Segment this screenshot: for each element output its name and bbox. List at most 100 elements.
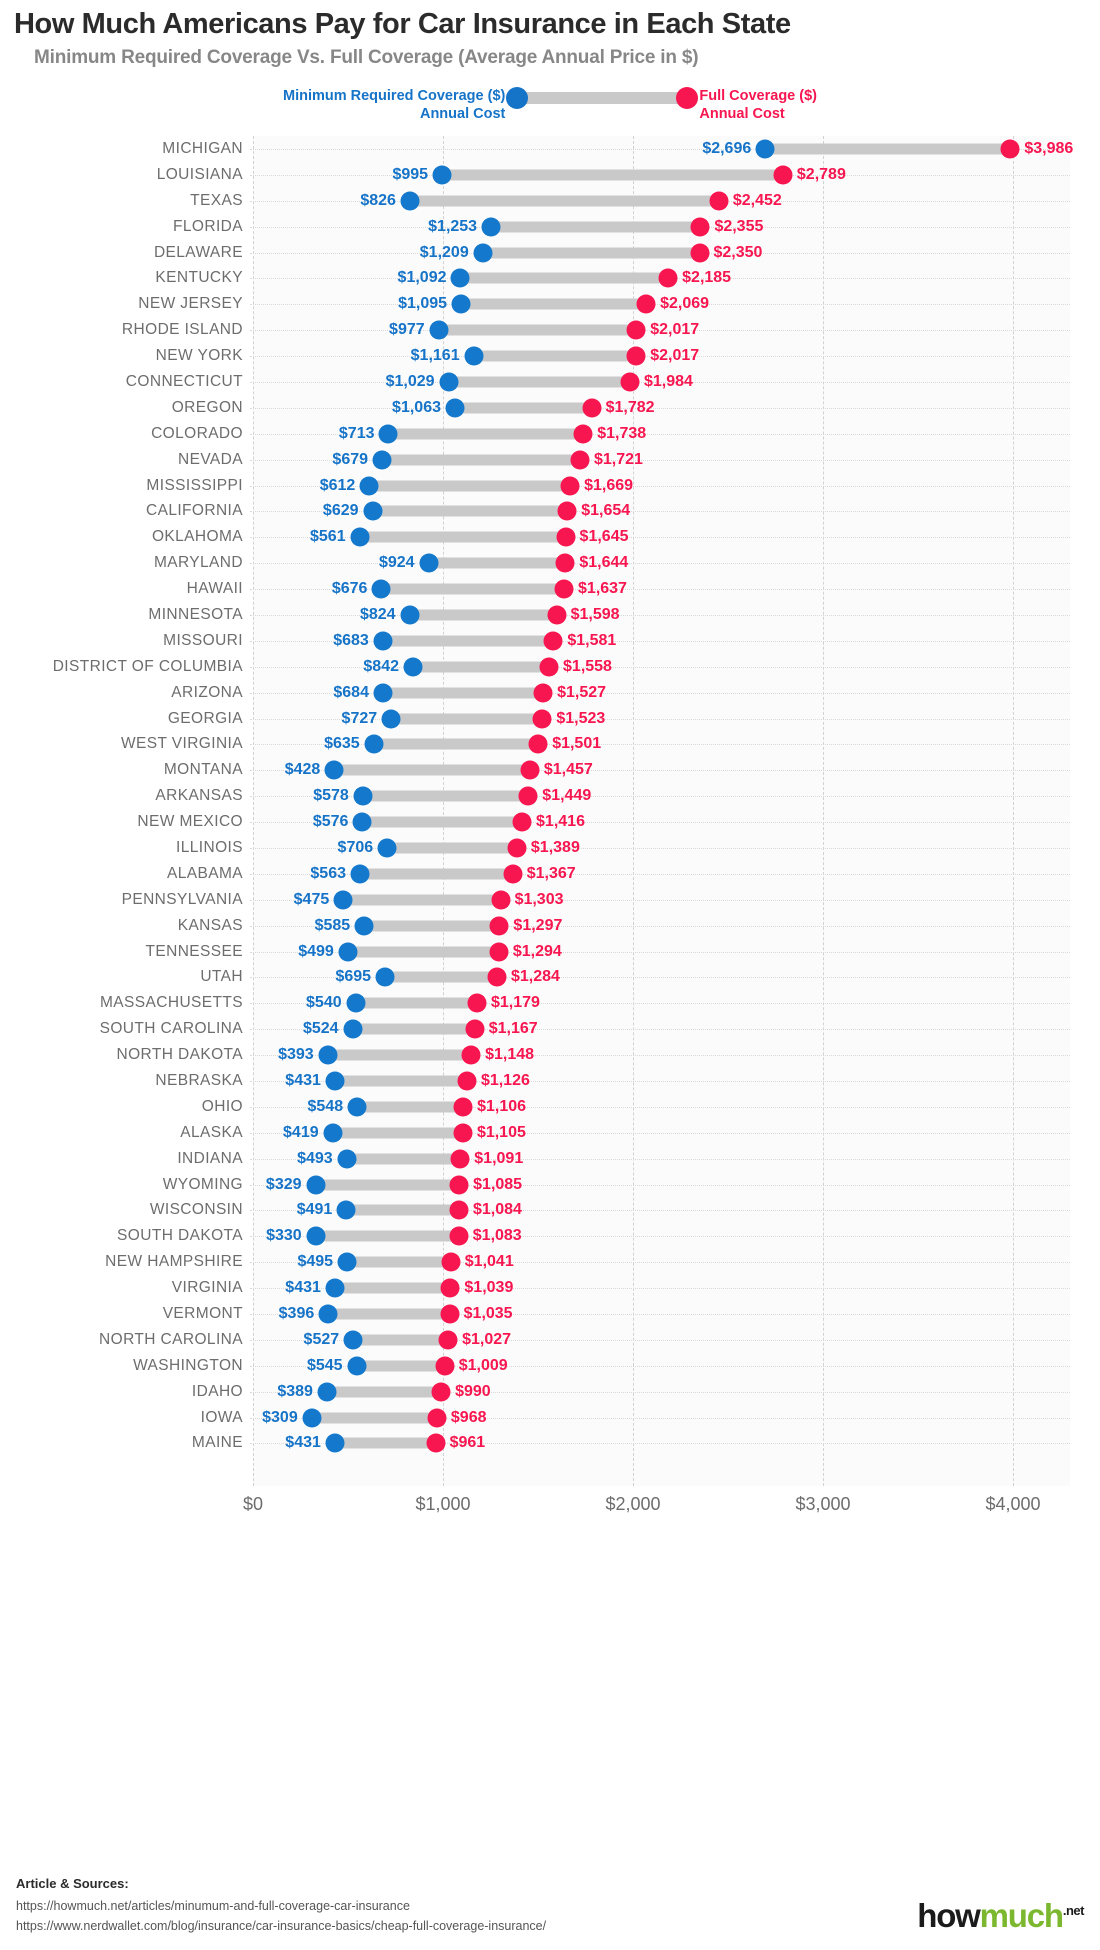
min-coverage-dot-icon[interactable] bbox=[432, 165, 452, 185]
full-coverage-dot-icon[interactable] bbox=[438, 1330, 458, 1350]
full-coverage-dot-icon[interactable] bbox=[620, 372, 640, 392]
min-coverage-dot-icon[interactable] bbox=[363, 501, 382, 521]
min-coverage-dot-icon[interactable] bbox=[373, 683, 393, 703]
min-coverage-dot-icon[interactable] bbox=[343, 1019, 363, 1039]
full-coverage-dot-icon[interactable] bbox=[582, 398, 602, 418]
min-coverage-dot-icon[interactable] bbox=[336, 1200, 356, 1220]
full-coverage-dot-icon[interactable] bbox=[426, 1433, 446, 1453]
min-coverage-dot-icon[interactable] bbox=[347, 1356, 367, 1376]
full-coverage-dot-icon[interactable] bbox=[520, 760, 540, 780]
min-coverage-dot-icon[interactable] bbox=[481, 217, 501, 237]
min-coverage-dot-icon[interactable] bbox=[371, 579, 391, 599]
min-coverage-dot-icon[interactable] bbox=[450, 268, 470, 288]
full-coverage-dot-icon[interactable] bbox=[507, 838, 527, 858]
full-coverage-dot-icon[interactable] bbox=[626, 320, 646, 340]
full-coverage-dot-icon[interactable] bbox=[453, 1123, 473, 1143]
full-coverage-dot-icon[interactable] bbox=[427, 1408, 447, 1428]
min-coverage-dot-icon[interactable] bbox=[333, 890, 353, 910]
min-coverage-dot-icon[interactable] bbox=[302, 1408, 322, 1428]
full-coverage-dot-icon[interactable] bbox=[461, 1045, 481, 1065]
min-coverage-dot-icon[interactable] bbox=[364, 734, 384, 754]
min-coverage-dot-icon[interactable] bbox=[306, 1226, 326, 1246]
full-coverage-dot-icon[interactable] bbox=[431, 1382, 451, 1402]
min-coverage-dot-icon[interactable] bbox=[337, 1149, 357, 1169]
min-coverage-dot-icon[interactable] bbox=[439, 372, 458, 392]
full-coverage-dot-icon[interactable] bbox=[487, 967, 507, 987]
full-coverage-dot-icon[interactable] bbox=[570, 450, 590, 470]
full-coverage-dot-icon[interactable] bbox=[658, 268, 678, 288]
full-coverage-dot-icon[interactable] bbox=[528, 734, 548, 754]
min-coverage-dot-icon[interactable] bbox=[347, 1097, 367, 1117]
min-coverage-dot-icon[interactable] bbox=[325, 1433, 345, 1453]
min-coverage-dot-icon[interactable] bbox=[381, 709, 401, 729]
full-coverage-dot-icon[interactable] bbox=[441, 1252, 461, 1272]
full-coverage-dot-icon[interactable] bbox=[557, 501, 577, 521]
full-coverage-dot-icon[interactable] bbox=[449, 1226, 469, 1246]
full-coverage-dot-icon[interactable] bbox=[450, 1149, 470, 1169]
min-coverage-dot-icon[interactable] bbox=[429, 320, 449, 340]
full-coverage-dot-icon[interactable] bbox=[440, 1304, 460, 1324]
full-coverage-dot-icon[interactable] bbox=[709, 191, 729, 211]
full-coverage-dot-icon[interactable] bbox=[435, 1356, 455, 1376]
min-coverage-dot-icon[interactable] bbox=[317, 1382, 337, 1402]
full-coverage-dot-icon[interactable] bbox=[489, 942, 509, 962]
min-coverage-dot-icon[interactable] bbox=[372, 450, 392, 470]
min-coverage-dot-icon[interactable] bbox=[306, 1175, 325, 1195]
min-coverage-dot-icon[interactable] bbox=[324, 760, 344, 780]
min-coverage-dot-icon[interactable] bbox=[373, 631, 393, 651]
min-coverage-dot-icon[interactable] bbox=[403, 657, 423, 677]
min-coverage-dot-icon[interactable] bbox=[451, 294, 471, 314]
full-coverage-dot-icon[interactable] bbox=[533, 683, 553, 703]
full-coverage-dot-icon[interactable] bbox=[690, 243, 709, 262]
min-coverage-dot-icon[interactable] bbox=[350, 527, 370, 547]
full-coverage-dot-icon[interactable] bbox=[518, 786, 538, 806]
full-coverage-dot-icon[interactable] bbox=[467, 993, 487, 1013]
min-coverage-dot-icon[interactable] bbox=[353, 786, 373, 806]
full-coverage-dot-icon[interactable] bbox=[690, 217, 710, 237]
full-coverage-dot-icon[interactable] bbox=[547, 605, 567, 625]
full-coverage-dot-icon[interactable] bbox=[556, 527, 576, 547]
min-coverage-dot-icon[interactable] bbox=[350, 864, 370, 884]
full-coverage-dot-icon[interactable] bbox=[555, 553, 575, 573]
full-coverage-dot-icon[interactable] bbox=[573, 424, 593, 444]
full-coverage-dot-icon[interactable] bbox=[440, 1278, 460, 1298]
full-coverage-dot-icon[interactable] bbox=[457, 1071, 477, 1091]
min-coverage-dot-icon[interactable] bbox=[473, 243, 493, 262]
min-coverage-dot-icon[interactable] bbox=[359, 476, 379, 496]
min-coverage-dot-icon[interactable] bbox=[325, 1071, 345, 1091]
min-coverage-dot-icon[interactable] bbox=[323, 1123, 343, 1143]
full-coverage-dot-icon[interactable] bbox=[503, 864, 523, 884]
min-coverage-dot-icon[interactable] bbox=[318, 1045, 338, 1065]
full-coverage-dot-icon[interactable] bbox=[453, 1097, 473, 1117]
full-coverage-dot-icon[interactable] bbox=[1000, 139, 1020, 159]
min-coverage-dot-icon[interactable] bbox=[464, 346, 484, 366]
full-coverage-dot-icon[interactable] bbox=[560, 476, 580, 496]
full-coverage-dot-icon[interactable] bbox=[512, 812, 532, 832]
full-coverage-dot-icon[interactable] bbox=[636, 294, 656, 314]
min-coverage-dot-icon[interactable] bbox=[378, 424, 398, 444]
full-coverage-dot-icon[interactable] bbox=[489, 916, 509, 936]
min-coverage-dot-icon[interactable] bbox=[400, 605, 420, 625]
full-coverage-dot-icon[interactable] bbox=[465, 1019, 485, 1039]
min-coverage-dot-icon[interactable] bbox=[337, 1252, 357, 1272]
min-coverage-dot-icon[interactable] bbox=[445, 398, 465, 418]
full-coverage-dot-icon[interactable] bbox=[773, 165, 793, 185]
min-coverage-dot-icon[interactable] bbox=[375, 967, 395, 987]
min-coverage-dot-icon[interactable] bbox=[325, 1278, 345, 1298]
min-coverage-dot-icon[interactable] bbox=[400, 191, 420, 211]
full-coverage-dot-icon[interactable] bbox=[539, 657, 559, 677]
min-coverage-dot-icon[interactable] bbox=[352, 812, 372, 832]
min-coverage-dot-icon[interactable] bbox=[755, 139, 775, 159]
full-coverage-dot-icon[interactable] bbox=[543, 631, 563, 651]
full-coverage-dot-icon[interactable] bbox=[449, 1200, 469, 1220]
min-coverage-dot-icon[interactable] bbox=[346, 993, 366, 1013]
full-coverage-dot-icon[interactable] bbox=[554, 579, 574, 599]
min-coverage-dot-icon[interactable] bbox=[338, 942, 358, 962]
min-coverage-dot-icon[interactable] bbox=[343, 1330, 363, 1350]
full-coverage-dot-icon[interactable] bbox=[491, 890, 511, 910]
min-coverage-dot-icon[interactable] bbox=[419, 553, 439, 573]
full-coverage-dot-icon[interactable] bbox=[449, 1175, 469, 1195]
min-coverage-dot-icon[interactable] bbox=[318, 1304, 338, 1324]
full-coverage-dot-icon[interactable] bbox=[626, 346, 646, 366]
full-coverage-dot-icon[interactable] bbox=[532, 709, 552, 729]
